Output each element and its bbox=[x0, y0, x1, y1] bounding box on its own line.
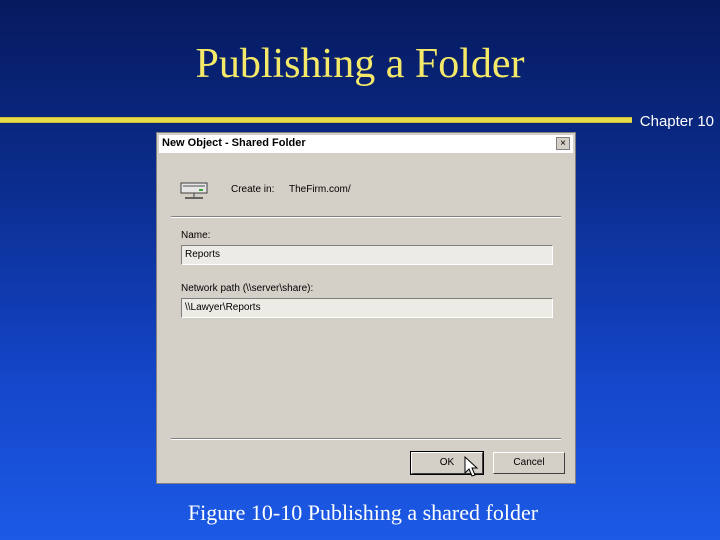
close-icon[interactable]: × bbox=[556, 137, 570, 150]
name-field[interactable]: Reports bbox=[181, 245, 553, 265]
shared-folder-icon bbox=[180, 182, 208, 199]
dialog-title: New Object - Shared Folder bbox=[162, 137, 306, 149]
create-in-value: TheFirm.com/ bbox=[289, 184, 351, 195]
figure-caption: Figure 10-10 Publishing a shared folder bbox=[187, 500, 539, 525]
network-path-label: Network path (\\server\share): bbox=[181, 283, 314, 294]
network-path-field[interactable]: \\Lawyer\Reports bbox=[181, 298, 553, 318]
cancel-button[interactable]: Cancel bbox=[493, 452, 565, 474]
divider-top bbox=[171, 216, 561, 218]
divider-bottom bbox=[171, 438, 561, 440]
name-label: Name: bbox=[181, 230, 211, 241]
slide-title: Publishing a Folder bbox=[195, 41, 525, 87]
mouse-cursor-icon bbox=[464, 456, 479, 477]
dialog-titlebar: New Object - Shared Folder × bbox=[159, 135, 573, 153]
chapter-label: Chapter 10 bbox=[639, 113, 714, 130]
create-in-label: Create in: bbox=[231, 184, 275, 195]
new-shared-folder-dialog: New Object - Shared Folder × Create in: … bbox=[156, 132, 576, 484]
title-underline bbox=[0, 117, 632, 123]
